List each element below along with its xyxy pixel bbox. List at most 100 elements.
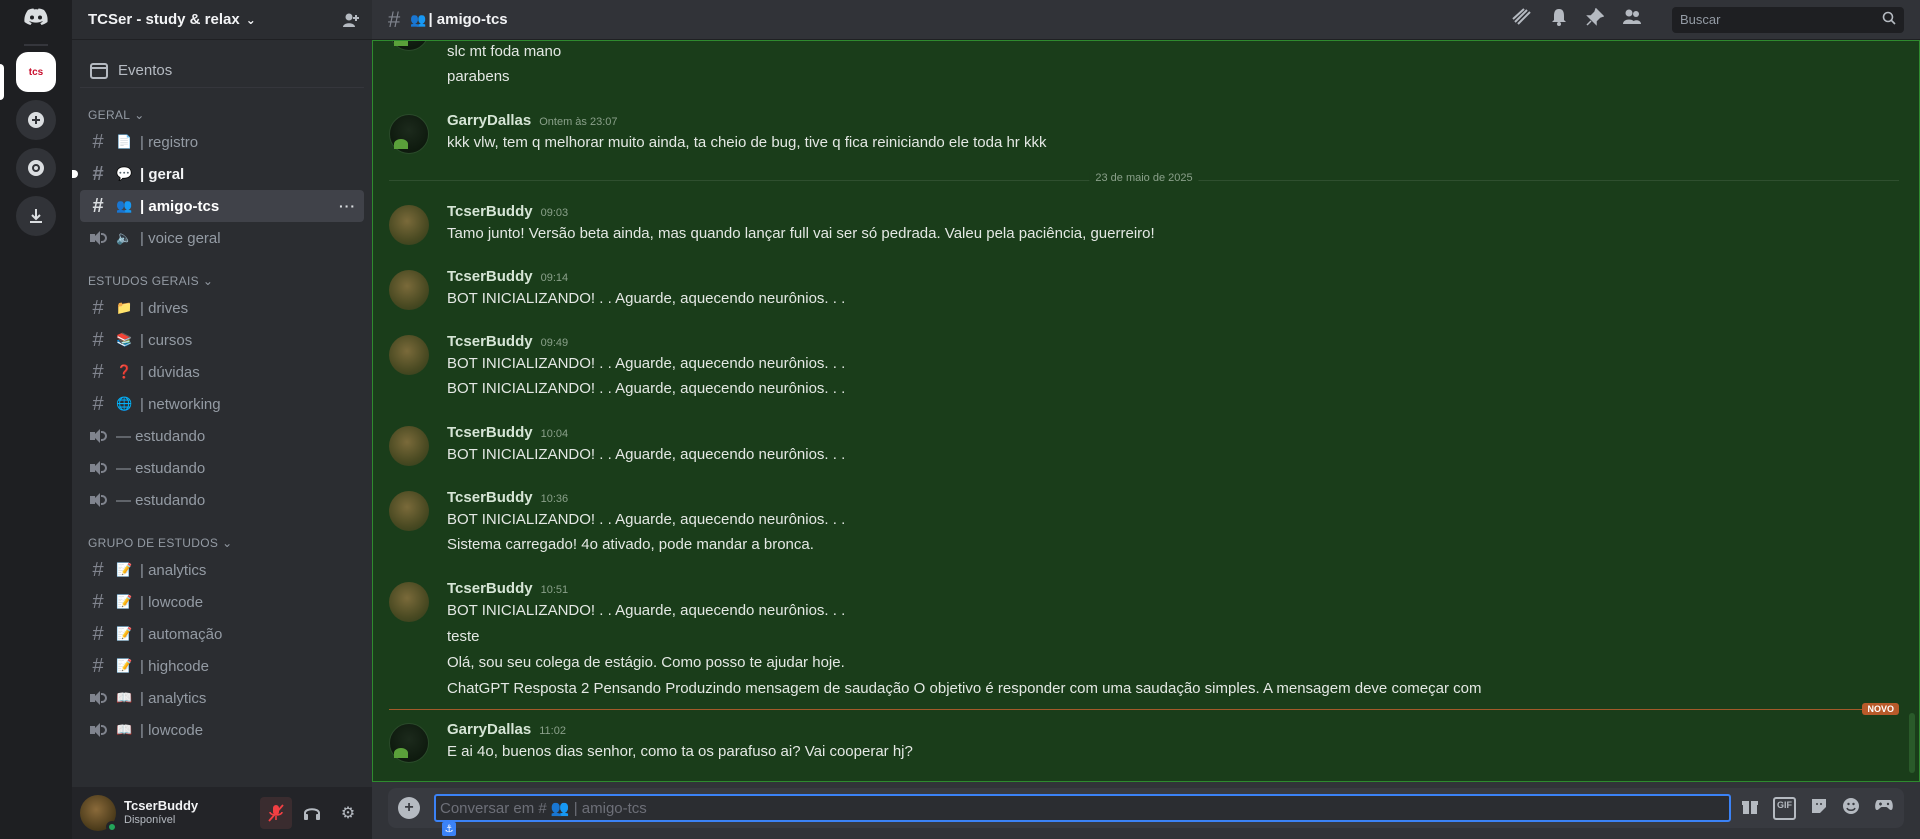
composer-actions: GIF	[1741, 796, 1894, 820]
message-author[interactable]: TcserBuddy	[447, 424, 533, 441]
message-author[interactable]: TcserBuddy	[447, 580, 533, 597]
channel-estudando-1[interactable]: — estudando	[80, 420, 364, 452]
avatar[interactable]	[389, 426, 429, 466]
channel-highcode[interactable]: # 📝 | highcode	[80, 650, 364, 682]
channel-analytics[interactable]: # 📝 | analytics	[80, 554, 364, 586]
rail-separator	[24, 44, 48, 46]
notification-bell-icon[interactable]	[1550, 8, 1568, 31]
channel-automacao[interactable]: # 📝 | automação	[80, 618, 364, 650]
scrollbar[interactable]	[1909, 713, 1915, 773]
explore-icon[interactable]	[16, 148, 56, 188]
channel-lowcode[interactable]: # 📝 | lowcode	[80, 586, 364, 618]
avatar[interactable]	[389, 582, 429, 622]
add-server-icon[interactable]	[16, 100, 56, 140]
channel-registro[interactable]: # 📄 | registro	[80, 126, 364, 158]
chevron-down-icon: ⌄	[245, 12, 256, 27]
threads-icon[interactable]	[1512, 8, 1532, 31]
events-label: Eventos	[118, 62, 173, 79]
channel-voice-analytics[interactable]: 📖 | analytics	[80, 682, 364, 714]
channel-topbar: # 👥 | amigo-tcs Buscar	[372, 0, 1920, 40]
avatar[interactable]	[389, 723, 429, 763]
main-chat: # 👥 | amigo-tcs Buscar slc mt foda mano …	[372, 0, 1920, 839]
channel-emoji: 📁	[116, 300, 133, 315]
channel-label: | analytics	[140, 561, 207, 579]
pin-icon[interactable]	[1586, 7, 1605, 31]
message-header: TcserBuddy 10:04	[447, 424, 568, 441]
user-info[interactable]: TcserBuddy Disponível	[124, 799, 198, 827]
sticker-icon[interactable]	[1810, 797, 1828, 820]
message-timestamp: 11:02	[539, 725, 566, 737]
channel-estudando-3[interactable]: — estudando	[80, 484, 364, 516]
deafen-button[interactable]	[296, 797, 328, 829]
channel-sidebar: TCSer - study & relax ⌄ Eventos GERAL ⌄ …	[72, 0, 372, 839]
message-header: TcserBuddy 09:14	[447, 268, 568, 285]
message-text: BOT INICIALIZANDO! . . Aguarde, aquecend…	[447, 602, 846, 619]
channel-label: | highcode	[140, 657, 209, 675]
category-estudos-gerais[interactable]: ESTUDOS GERAIS ⌄	[72, 274, 372, 288]
channel-amigo-tcs[interactable]: # 👥 | amigo-tcs ···	[80, 190, 364, 222]
message-header: TcserBuddy 10:51	[447, 580, 568, 597]
channel-drives[interactable]: # 📁 | drives	[80, 292, 364, 324]
avatar[interactable]	[389, 114, 429, 154]
channel-cursos[interactable]: # 📚 | cursos	[80, 324, 364, 356]
message-timestamp: 10:04	[540, 428, 569, 440]
channel-voice-lowcode[interactable]: 📖 | lowcode	[80, 714, 364, 746]
server-header[interactable]: TCSer - study & relax ⌄	[72, 0, 372, 40]
channel-voice-geral[interactable]: 🔈 | voice geral	[80, 222, 364, 254]
channel-duvidas[interactable]: # ❓ | dúvidas	[80, 356, 364, 388]
message-author[interactable]: TcserBuddy	[447, 333, 533, 350]
anchor-icon: ⚓	[442, 822, 456, 836]
message-author[interactable]: TcserBuddy	[447, 203, 533, 220]
avatar[interactable]	[389, 205, 429, 245]
channel-emoji: 📄	[116, 134, 133, 149]
message-author[interactable]: TcserBuddy	[447, 489, 533, 506]
message-author[interactable]: TcserBuddy	[447, 268, 533, 285]
avatar[interactable]	[80, 795, 118, 833]
more-options-icon[interactable]: ···	[339, 198, 356, 214]
avatar[interactable]	[389, 41, 429, 51]
channel-label: | analytics	[140, 689, 207, 707]
message-author[interactable]: GarryDallas	[447, 721, 531, 738]
emoji-icon[interactable]	[1842, 797, 1860, 820]
mute-microphone-button[interactable]	[260, 797, 292, 829]
category-grupo-de-estudos[interactable]: GRUPO DE ESTUDOS ⌄	[72, 536, 372, 550]
events-item[interactable]: Eventos	[80, 54, 364, 88]
server-rail: tcs	[0, 0, 72, 839]
message-list[interactable]: ◎ slc mt foda mano parabens GarryDallas …	[372, 40, 1920, 782]
category-geral[interactable]: GERAL ⌄	[72, 108, 372, 122]
message-input[interactable]: Conversar em # 👥 | amigo-tcs	[434, 794, 1731, 822]
download-icon[interactable]	[16, 196, 56, 236]
username: TcserBuddy	[124, 798, 199, 813]
avatar[interactable]	[389, 270, 429, 310]
channel-emoji: ❓	[116, 364, 133, 379]
channel-label: | registro	[140, 133, 199, 151]
gif-button[interactable]: GIF	[1773, 796, 1796, 820]
channel-label: | lowcode	[140, 593, 204, 611]
activities-gamepad-icon[interactable]	[1874, 797, 1894, 820]
server-icon-tcser[interactable]: tcs	[16, 52, 56, 92]
channel-label: | automação	[140, 625, 223, 643]
channel-label: | geral	[140, 165, 185, 183]
online-status-icon	[106, 821, 118, 833]
message-timestamp: 09:14	[540, 272, 569, 284]
message-header: GarryDallas Ontem às 23:07	[447, 112, 618, 129]
discord-home-icon[interactable]	[16, 0, 56, 38]
channel-label: | drives	[140, 299, 189, 317]
message-text: slc mt foda mano	[447, 43, 562, 60]
search-input[interactable]: Buscar	[1672, 6, 1904, 33]
channel-estudando-2[interactable]: — estudando	[80, 452, 364, 484]
avatar[interactable]	[389, 335, 429, 375]
invite-people-icon[interactable]	[340, 9, 362, 31]
avatar[interactable]	[389, 491, 429, 531]
member-list-icon[interactable]	[1622, 8, 1642, 31]
category-label: GRUPO DE ESTUDOS	[88, 536, 219, 550]
user-settings-button[interactable]: ⚙	[332, 797, 364, 829]
upload-plus-button[interactable]: +	[398, 797, 420, 819]
channel-geral[interactable]: # 💬 | geral	[72, 158, 364, 190]
voice-channel-icon	[88, 492, 108, 508]
server-name[interactable]: TCSer - study & relax ⌄	[88, 11, 256, 28]
gift-icon[interactable]	[1741, 797, 1759, 820]
message-author[interactable]: GarryDallas	[447, 112, 531, 129]
channel-emoji: 📝	[116, 658, 133, 673]
channel-networking[interactable]: # 🌐 | networking	[80, 388, 364, 420]
